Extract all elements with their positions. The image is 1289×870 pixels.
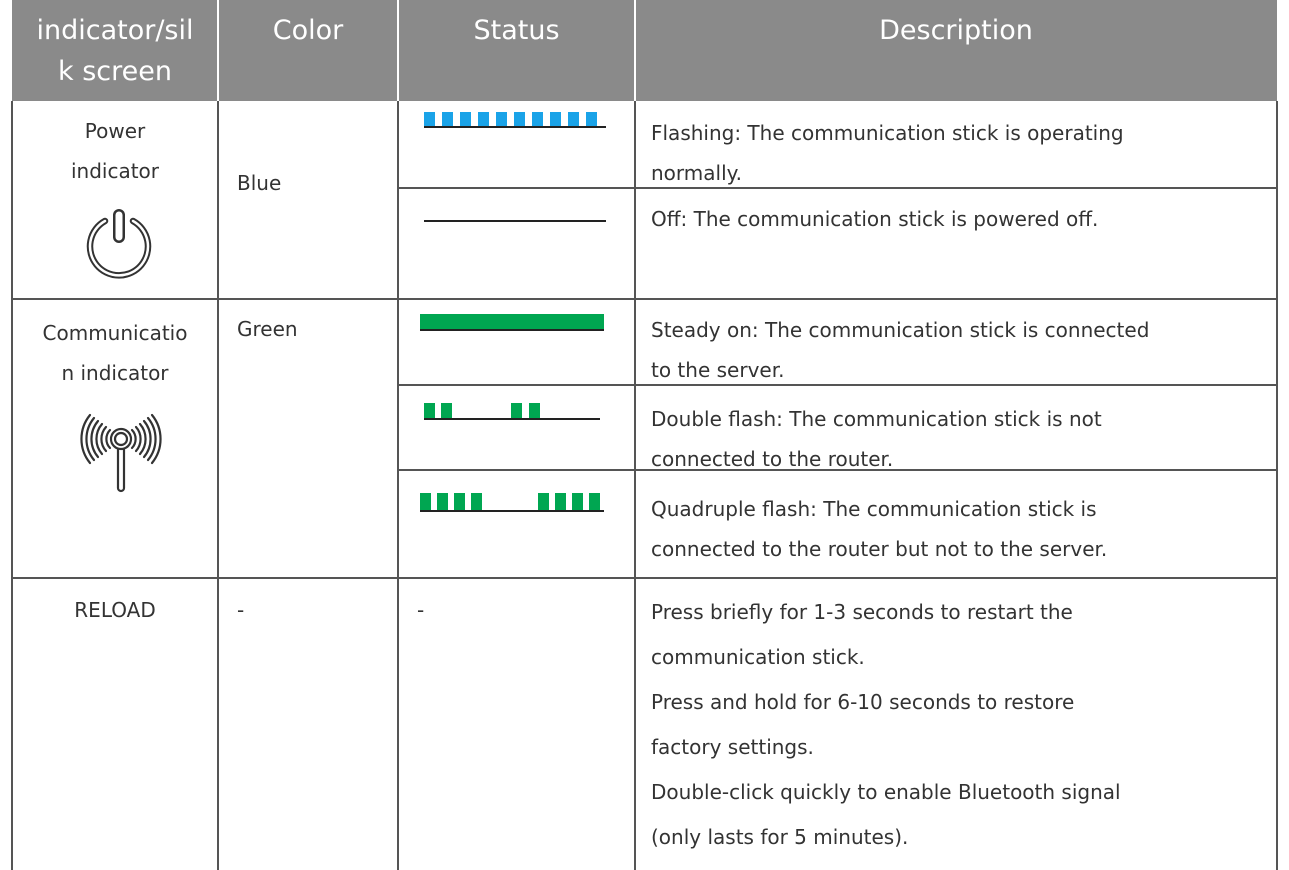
- communication-indicator-label: Communicatio n indicator: [13, 313, 217, 393]
- grid-line: [11, 298, 1278, 300]
- description-line: Steady on: The communication stick is co…: [651, 318, 1150, 342]
- description-line: (only lasts for 5 minutes).: [651, 825, 909, 849]
- blue-flash-segment: [424, 112, 435, 126]
- blue-flash-segment: [550, 112, 561, 126]
- description-line: Double flash: The communication stick is…: [651, 407, 1102, 431]
- power-indicator-line-1: Power: [84, 119, 146, 143]
- green-steady-pattern: [420, 314, 604, 331]
- header-divider: [634, 0, 636, 101]
- wireless-signal-icon: [80, 413, 162, 493]
- description-line: factory settings.: [651, 735, 814, 759]
- header-color-label: Color: [272, 15, 344, 46]
- power-indicator-label: Power indicator: [13, 111, 217, 191]
- header-indicator: indicator/sil k screen: [12, 0, 218, 101]
- header-divider: [397, 0, 399, 101]
- reload-status: -: [417, 590, 424, 630]
- blue-flash-segment: [514, 112, 525, 126]
- description-line: Off: The communication stick is powered …: [651, 207, 1099, 231]
- header-status: Status: [398, 0, 635, 101]
- off-line-pattern: [424, 220, 606, 222]
- reload-color: -: [237, 590, 244, 630]
- header-divider: [217, 0, 219, 101]
- green-quadruple-flash-pattern: [420, 493, 604, 512]
- power-color: Blue: [237, 163, 281, 203]
- grid-line: [217, 101, 219, 870]
- reload-indicator-label: RELOAD: [13, 590, 217, 630]
- power-indicator-line-2: indicator: [70, 159, 160, 183]
- power-state-flashing-description: Flashing: The communication stick is ope…: [651, 113, 1124, 193]
- grid-line: [1276, 101, 1278, 870]
- reload-color-value: -: [237, 598, 245, 622]
- description-line: Flashing: The communication stick is ope…: [651, 121, 1124, 145]
- reload-status-value: -: [417, 598, 425, 622]
- communication-color-value: Green: [237, 317, 298, 341]
- description-line: normally.: [651, 161, 742, 185]
- description-line: to the server.: [651, 358, 785, 382]
- grid-line: [11, 101, 13, 870]
- communication-state-quadruple-flash-description: Quadruple flash: The communication stick…: [651, 489, 1107, 569]
- description-line: Press briefly for 1-3 seconds to restart…: [651, 600, 1073, 624]
- blue-flash-segment: [586, 112, 597, 126]
- blue-flash-segment: [496, 112, 507, 126]
- communication-color: Green: [237, 309, 298, 349]
- header-status-label: Status: [473, 15, 560, 46]
- blue-flash-segment: [568, 112, 579, 126]
- blue-flash-segment: [460, 112, 471, 126]
- description-line: connected to the router.: [651, 447, 894, 471]
- grid-line: [634, 101, 636, 870]
- reload-description: Press briefly for 1-3 seconds to restart…: [651, 590, 1121, 860]
- blue-flashing-pattern: [424, 112, 606, 128]
- description-line: Double-click quickly to enable Bluetooth…: [651, 780, 1121, 804]
- header-indicator-line-1: indicator/sil: [36, 15, 194, 46]
- communication-state-double-flash-description: Double flash: The communication stick is…: [651, 399, 1102, 479]
- header-description-label: Description: [879, 15, 1033, 46]
- communication-indicator-line-2: n indicator: [61, 361, 169, 385]
- power-icon: [86, 209, 152, 279]
- description-line: Press and hold for 6-10 seconds to resto…: [651, 690, 1075, 714]
- green-double-flash-pattern: [424, 403, 600, 420]
- reload-label: RELOAD: [74, 598, 156, 622]
- header-description: Description: [635, 0, 1277, 101]
- communication-indicator-line-1: Communicatio: [42, 321, 188, 345]
- blue-flash-segment: [442, 112, 453, 126]
- description-line: communication stick.: [651, 645, 865, 669]
- power-color-value: Blue: [237, 171, 282, 195]
- header-indicator-line-2: k screen: [58, 56, 172, 87]
- description-line: connected to the router but not to the s…: [651, 537, 1108, 561]
- power-state-off-description: Off: The communication stick is powered …: [651, 199, 1098, 239]
- grid-line: [397, 101, 399, 870]
- grid-line: [11, 577, 1278, 579]
- blue-flash-segment: [478, 112, 489, 126]
- blue-flash-segment: [532, 112, 543, 126]
- description-line: Quadruple flash: The communication stick…: [651, 497, 1097, 521]
- indicator-table: indicator/sil k screen Color Status Desc…: [0, 0, 1289, 870]
- communication-state-steady-description: Steady on: The communication stick is co…: [651, 310, 1149, 390]
- header-color: Color: [218, 0, 398, 101]
